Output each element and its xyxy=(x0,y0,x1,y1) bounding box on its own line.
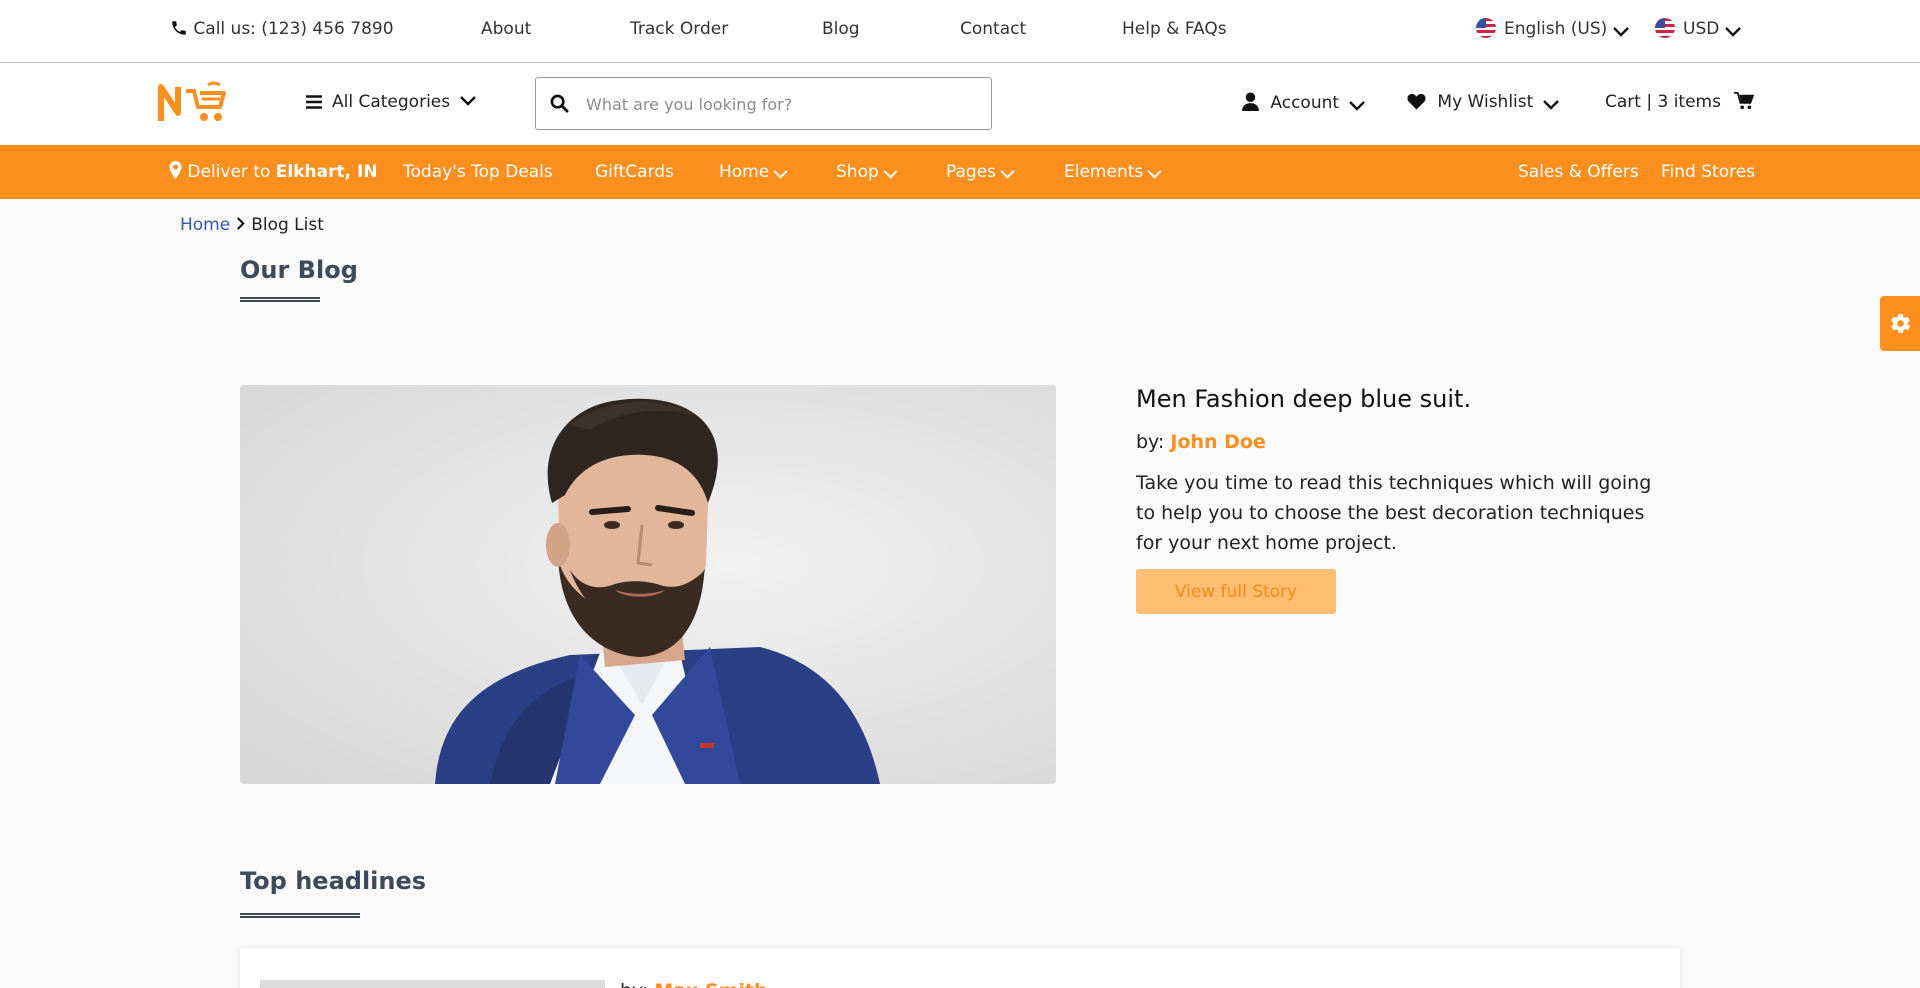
account-label: Account xyxy=(1270,93,1340,113)
deliver-city: Elkhart, IN xyxy=(275,162,378,182)
nav-home[interactable]: Home xyxy=(719,161,788,183)
wishlist-label: My Wishlist xyxy=(1437,92,1534,112)
map-pin-icon xyxy=(169,161,182,179)
nav-find-stores[interactable]: Find Stores xyxy=(1661,161,1755,183)
us-flag-icon xyxy=(1655,18,1675,38)
man-portrait-illustration xyxy=(435,398,880,784)
wishlist-dropdown[interactable]: My Wishlist xyxy=(1407,92,1560,112)
chevron-right-icon xyxy=(237,217,245,230)
chevron-down-icon xyxy=(883,170,898,179)
section-title-our-blog: Our Blog xyxy=(240,256,358,284)
featured-post-description: Take you time to read this techniques wh… xyxy=(1136,472,1652,554)
phone-text: Call us: (123) 456 7890 xyxy=(193,19,394,39)
nav-todays-top-deals[interactable]: Today's Top Deals xyxy=(403,161,553,183)
chevron-down-icon xyxy=(1349,101,1365,111)
top-bar: Call us: (123) 456 7890 About Track Orde… xyxy=(0,0,1920,63)
section-title-top-headlines: Top headlines xyxy=(240,867,427,895)
us-flag-icon xyxy=(1476,18,1496,38)
view-full-story-button[interactable]: View full Story xyxy=(1136,569,1336,614)
phone-icon xyxy=(172,21,186,35)
chevron-down-icon xyxy=(460,96,476,106)
store-logo[interactable] xyxy=(158,81,232,125)
nav-shop[interactable]: Shop xyxy=(836,161,898,183)
nav-home-label: Home xyxy=(719,162,770,182)
link-blog[interactable]: Blog xyxy=(822,18,860,40)
account-dropdown[interactable]: Account xyxy=(1242,92,1365,113)
currency-select[interactable]: USD xyxy=(1655,18,1742,40)
menu-icon xyxy=(306,95,322,109)
user-icon xyxy=(1242,92,1259,111)
featured-post-byline: by: John Doe xyxy=(1136,431,1266,453)
heart-icon xyxy=(1407,93,1426,110)
language-select[interactable]: English (US) xyxy=(1476,18,1630,40)
gear-icon xyxy=(1891,314,1910,333)
deliver-location[interactable]: Deliver to Elkhart, IN xyxy=(169,161,378,183)
cart-label: Cart | 3 items xyxy=(1605,92,1721,112)
breadcrumb-home[interactable]: Home xyxy=(180,215,230,235)
link-help-faqs[interactable]: Help & FAQs xyxy=(1122,18,1227,40)
nav-sales-offers[interactable]: Sales & Offers xyxy=(1518,161,1639,183)
headline-thumbnail[interactable] xyxy=(260,980,605,988)
cart-button[interactable]: Cart | 3 items xyxy=(1605,92,1755,112)
settings-tab[interactable] xyxy=(1880,296,1920,351)
author-link[interactable]: John Doe xyxy=(1170,431,1266,453)
deliver-prefix: Deliver to xyxy=(187,162,271,182)
section-underline xyxy=(240,297,320,302)
link-contact[interactable]: Contact xyxy=(960,18,1026,40)
nav-pages-label: Pages xyxy=(946,162,997,182)
headline-card[interactable]: by: Max Smith xyxy=(240,948,1680,988)
link-about[interactable]: About xyxy=(481,18,531,40)
search-box xyxy=(535,77,992,130)
language-label: English (US) xyxy=(1504,19,1608,39)
all-categories-dropdown[interactable]: All Categories xyxy=(306,92,476,112)
nav-giftcards[interactable]: GiftCards xyxy=(595,161,674,183)
call-us[interactable]: Call us: (123) 456 7890 xyxy=(170,18,394,40)
chevron-down-icon xyxy=(1613,27,1630,37)
breadcrumb-current: Blog List xyxy=(251,215,324,235)
author-link[interactable]: Max Smith xyxy=(654,980,767,988)
by-label: by: xyxy=(1136,431,1165,453)
chevron-down-icon xyxy=(1725,27,1742,37)
cart-icon xyxy=(1734,92,1755,110)
featured-blog-image[interactable] xyxy=(240,385,1056,784)
chevron-down-icon xyxy=(1000,170,1015,179)
section-underline xyxy=(240,913,360,918)
all-categories-label: All Categories xyxy=(332,92,451,112)
main-nav: Deliver to Elkhart, IN Today's Top Deals… xyxy=(0,145,1920,199)
nav-shop-label: Shop xyxy=(836,162,879,182)
breadcrumb: Home Blog List xyxy=(180,215,324,235)
search-icon[interactable] xyxy=(550,94,569,113)
featured-post-title[interactable]: Men Fashion deep blue suit. xyxy=(1136,385,1471,413)
nav-elements[interactable]: Elements xyxy=(1064,161,1162,183)
by-label: by: xyxy=(620,980,648,988)
currency-label: USD xyxy=(1683,19,1720,39)
chevron-down-icon xyxy=(1543,100,1560,110)
headline-byline: by: Max Smith xyxy=(620,980,768,988)
nav-elements-label: Elements xyxy=(1064,162,1144,182)
nav-pages[interactable]: Pages xyxy=(946,161,1015,183)
chevron-down-icon xyxy=(1147,170,1162,179)
main-header: All Categories Account My Wishlist Cart … xyxy=(0,63,1920,145)
link-track-order[interactable]: Track Order xyxy=(630,18,728,40)
search-input[interactable] xyxy=(586,88,976,120)
chevron-down-icon xyxy=(773,170,788,179)
